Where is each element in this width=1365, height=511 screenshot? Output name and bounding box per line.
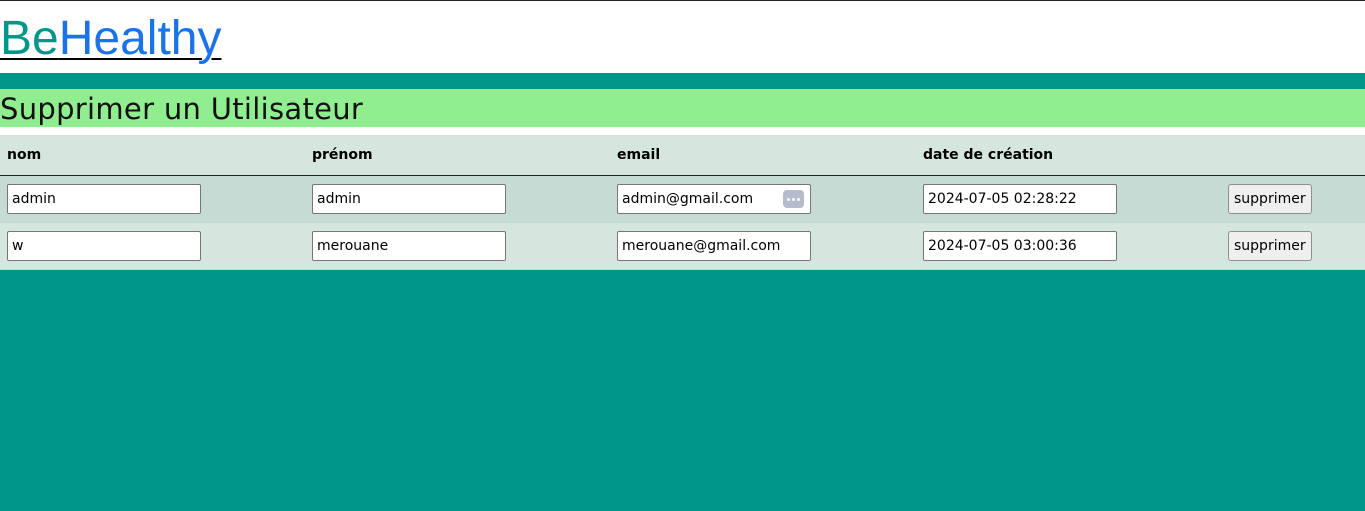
cell-action: supprimer <box>1221 222 1365 270</box>
prenom-input[interactable]: admin <box>312 184 506 214</box>
logo-be: Be <box>0 12 59 65</box>
delete-button[interactable]: supprimer <box>1228 184 1312 214</box>
delete-button[interactable]: supprimer <box>1228 231 1312 261</box>
table-row: admin admin admin@gmail.com 2024-07-05 0… <box>0 175 1365 223</box>
email-value: admin@gmail.com <box>622 191 754 207</box>
column-header-action <box>1221 135 1365 176</box>
email-input[interactable]: admin@gmail.com <box>617 184 811 214</box>
cell-email: admin@gmail.com <box>610 175 916 223</box>
date-creation-value: 2024-07-05 03:00:36 <box>928 238 1077 254</box>
email-value: merouane@gmail.com <box>622 238 781 254</box>
date-creation-input[interactable]: 2024-07-05 03:00:36 <box>923 231 1117 261</box>
title-bar: Supprimer un Utilisateur <box>0 89 1365 127</box>
cell-prenom: admin <box>305 175 610 223</box>
cell-date: 2024-07-05 03:00:36 <box>916 222 1221 270</box>
date-creation-input[interactable]: 2024-07-05 02:28:22 <box>923 184 1117 214</box>
column-header-nom: nom <box>0 135 305 176</box>
cell-date: 2024-07-05 02:28:22 <box>916 175 1221 223</box>
table-header-row: nom prénom email date de création <box>0 135 1365 176</box>
header-divider <box>0 73 1365 89</box>
nom-value: w <box>12 238 24 254</box>
prenom-input[interactable]: merouane <box>312 231 506 261</box>
cell-action: supprimer <box>1221 175 1365 223</box>
users-table: nom prénom email date de création admin … <box>0 135 1365 270</box>
cell-nom: w <box>0 222 305 270</box>
site-logo-link[interactable]: BeHealthy <box>0 13 221 65</box>
email-input[interactable]: merouane@gmail.com <box>617 231 811 261</box>
date-creation-value: 2024-07-05 02:28:22 <box>928 191 1077 207</box>
prenom-value: merouane <box>317 238 389 254</box>
logo-healthy: Healthy <box>58 12 222 65</box>
nom-input[interactable]: admin <box>7 184 201 214</box>
table-row: w merouane merouane@gmail.com 2024-07-05… <box>0 222 1365 270</box>
cell-nom: admin <box>0 175 305 223</box>
cell-email: merouane@gmail.com <box>610 222 916 270</box>
column-header-email: email <box>610 135 916 176</box>
prenom-value: admin <box>317 191 361 207</box>
nom-value: admin <box>12 191 56 207</box>
spacer <box>0 127 1365 135</box>
nom-input[interactable]: w <box>7 231 201 261</box>
users-table-container: nom prénom email date de création admin … <box>0 135 1365 270</box>
cell-prenom: merouane <box>305 222 610 270</box>
column-header-prenom: prénom <box>305 135 610 176</box>
dots-icon[interactable] <box>783 190 804 208</box>
site-header: BeHealthy <box>0 1 1365 73</box>
page-title: Supprimer un Utilisateur <box>0 92 364 126</box>
column-header-date: date de création <box>916 135 1221 176</box>
